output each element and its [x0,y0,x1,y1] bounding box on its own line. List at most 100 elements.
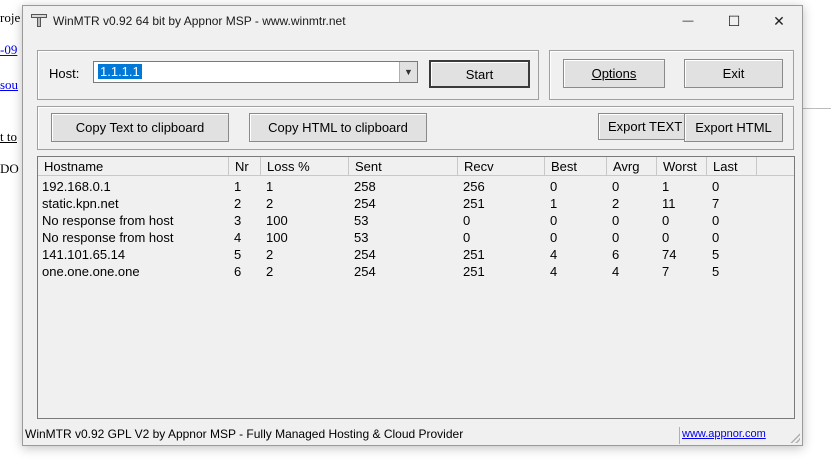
cell-last: 7 [712,196,720,211]
cell-loss: 2 [266,264,274,279]
cell-best: 0 [550,213,558,228]
cell-nr: 3 [234,213,242,228]
cell-best: 1 [550,196,558,211]
minimize-icon: — [682,15,694,27]
cell-nr: 2 [234,196,242,211]
cell-worst: 0 [662,230,670,245]
cell-hostname: 141.101.65.14 [42,247,126,262]
winmtr-window: WinMTR v0.92 64 bit by Appnor MSP - www.… [22,5,803,446]
cell-hostname: one.one.one.one [42,264,140,279]
cell-best: 4 [550,264,558,279]
table-row[interactable]: No response from host 3 100 53 0 0 0 0 0 [38,212,794,229]
cell-avrg: 0 [612,179,620,194]
background-divider [800,108,831,109]
cell-nr: 5 [234,247,242,262]
copy-text-button[interactable]: Copy Text to clipboard [51,113,229,142]
cell-last: 0 [712,179,720,194]
column-header-worst[interactable]: Worst [657,157,707,176]
start-button[interactable]: Start [429,60,530,88]
cell-hostname: No response from host [42,213,174,228]
cell-avrg: 4 [612,264,620,279]
export-text-button[interactable]: Export TEXT [598,113,685,140]
cell-sent: 53 [354,213,369,228]
cell-loss: 2 [266,247,274,262]
cell-nr: 4 [234,230,242,245]
column-header-recv[interactable]: Recv [458,157,545,176]
cell-sent: 254 [354,196,376,211]
cell-loss: 1 [266,179,274,194]
cell-hostname: 192.168.0.1 [42,179,111,194]
cell-worst: 11 [662,196,676,211]
cell-loss: 100 [266,213,288,228]
background-link[interactable]: -09 [0,42,17,58]
cell-sent: 254 [354,247,376,262]
close-button[interactable]: ✕ [756,6,802,36]
copy-html-button[interactable]: Copy HTML to clipboard [249,113,427,142]
options-label: Options [592,66,637,81]
column-header-nr[interactable]: Nr [229,157,261,176]
column-header-last[interactable]: Last [707,157,757,176]
results-table[interactable]: Hostname Nr Loss % Sent Recv Best Avrg W… [37,156,795,419]
column-header-loss[interactable]: Loss % [261,157,349,176]
export-html-button[interactable]: Export HTML [684,113,783,142]
cell-hostname: No response from host [42,230,174,245]
background-text: DO [0,161,19,176]
cell-sent: 254 [354,264,376,279]
background-link[interactable]: sou [0,77,18,93]
cell-avrg: 6 [612,247,620,262]
table-row[interactable]: 141.101.65.14 5 2 254 251 4 6 74 5 [38,246,794,263]
cell-avrg: 0 [612,230,620,245]
options-button[interactable]: Options [563,59,665,88]
minimize-button[interactable]: — [665,6,711,36]
cell-sent: 258 [354,179,376,194]
table-row[interactable]: static.kpn.net 2 2 254 251 1 2 11 7 [38,195,794,212]
cell-hostname: static.kpn.net [42,196,119,211]
status-link[interactable]: www.appnor.com [682,428,766,440]
close-icon: ✕ [773,12,785,29]
maximize-button[interactable]: ☐ [711,6,757,36]
table-row[interactable]: 192.168.0.1 1 1 258 256 0 0 1 0 [38,178,794,195]
cell-last: 5 [712,264,720,279]
cell-recv: 0 [463,230,471,245]
title-bar[interactable]: WinMTR v0.92 64 bit by Appnor MSP - www.… [23,6,802,36]
column-header-filler [757,157,794,176]
options-text: Options [591,66,637,81]
background-text: roje [0,10,21,25]
window-title: WinMTR v0.92 64 bit by Appnor MSP - www.… [53,14,346,28]
cell-loss: 100 [266,230,288,245]
dropdown-arrow-icon[interactable]: ▼ [399,62,417,82]
resize-grip-icon[interactable] [790,433,800,443]
host-combobox[interactable]: 1.1.1.1 ▼ [93,61,418,83]
cell-recv: 256 [463,179,485,194]
cell-nr: 6 [234,264,242,279]
background-link[interactable]: t to [0,129,17,145]
cell-avrg: 2 [612,196,620,211]
cell-worst: 0 [662,213,670,228]
status-bar: WinMTR v0.92 GPL V2 by Appnor MSP - Full… [23,426,802,445]
cell-recv: 251 [463,196,485,211]
status-text: WinMTR v0.92 GPL V2 by Appnor MSP - Full… [25,427,464,441]
column-header-avrg[interactable]: Avrg [607,157,657,176]
cell-loss: 2 [266,196,274,211]
app-icon [31,13,47,27]
cell-worst: 1 [662,179,670,194]
cell-worst: 74 [662,247,677,262]
cell-last: 0 [712,213,720,228]
cell-best: 0 [550,230,558,245]
cell-last: 0 [712,230,720,245]
column-header-sent[interactable]: Sent [349,157,458,176]
table-row[interactable]: one.one.one.one 6 2 254 251 4 4 7 5 [38,263,794,280]
table-row[interactable]: No response from host 4 100 53 0 0 0 0 0 [38,229,794,246]
host-value[interactable]: 1.1.1.1 [98,64,142,79]
host-label: Host: [49,66,80,81]
cell-best: 0 [550,179,558,194]
cell-sent: 53 [354,230,369,245]
column-header-hostname[interactable]: Hostname [38,157,229,176]
status-link-pane: www.appnor.com [679,427,800,444]
cell-last: 5 [712,247,720,262]
cell-recv: 251 [463,247,485,262]
exit-button[interactable]: Exit [684,59,783,88]
cell-nr: 1 [234,179,242,194]
cell-avrg: 0 [612,213,620,228]
column-header-best[interactable]: Best [545,157,607,176]
